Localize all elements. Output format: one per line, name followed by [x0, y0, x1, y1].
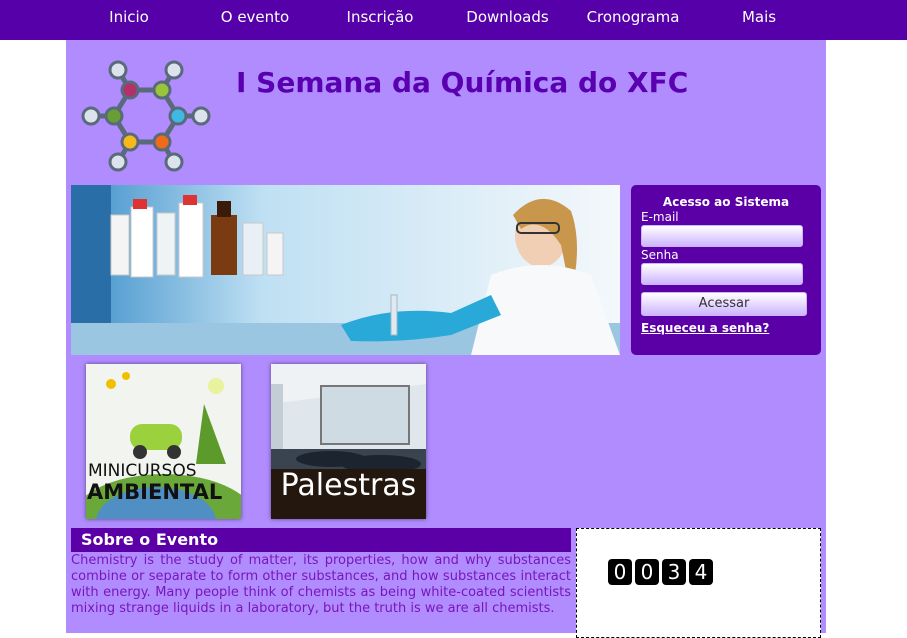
about-section-text: Chemistry is the study of matter, its pr… — [71, 553, 571, 616]
minicursos-label: MINICURSOS — [88, 461, 197, 481]
login-button[interactable]: Acessar — [641, 292, 807, 316]
email-field[interactable] — [641, 225, 803, 247]
nav-item-mais[interactable]: Mais — [729, 0, 789, 34]
password-label: Senha — [641, 248, 679, 262]
page-title: I Semana da Química do XFC — [236, 66, 689, 99]
login-title: Acesso ao Sistema — [662, 195, 790, 209]
counter-digit: 0 — [608, 559, 632, 585]
nav-item-cronograma[interactable]: Cronograma — [583, 0, 683, 34]
palestras-thumbnail[interactable]: Palestras — [271, 364, 426, 519]
email-label: E-mail — [641, 210, 679, 224]
nav-item-inicio[interactable]: Inicio — [99, 0, 159, 34]
nav-item-inscricao[interactable]: Inscrição — [335, 0, 425, 34]
counter-digit: 3 — [662, 559, 686, 585]
main-panel: I Semana da Química do XFC Acesso ao Sis… — [66, 40, 826, 638]
login-panel: Acesso ao Sistema E-mail Senha Acessar E… — [631, 185, 821, 355]
top-navigation: Inicio O evento Inscrição Downloads Cron… — [0, 0, 907, 40]
counter-digit: 0 — [635, 559, 659, 585]
palestras-label: Palestras — [280, 468, 417, 503]
minicursos-thumbnail[interactable]: MINICURSOS AMBIENTAL — [86, 364, 241, 519]
molecule-logo-icon — [81, 60, 211, 172]
nav-item-o-evento[interactable]: O evento — [210, 0, 300, 34]
about-section-title: Sobre o Evento — [71, 528, 571, 552]
forgot-password-link[interactable]: Esqueceu a senha? — [641, 321, 769, 335]
visit-counter: 0 0 3 4 — [576, 528, 821, 638]
hero-image — [71, 185, 620, 355]
password-field[interactable] — [641, 263, 803, 285]
ambiental-label: AMBIENTAL — [87, 480, 223, 504]
nav-item-downloads[interactable]: Downloads — [460, 0, 555, 34]
counter-digit: 4 — [689, 559, 713, 585]
